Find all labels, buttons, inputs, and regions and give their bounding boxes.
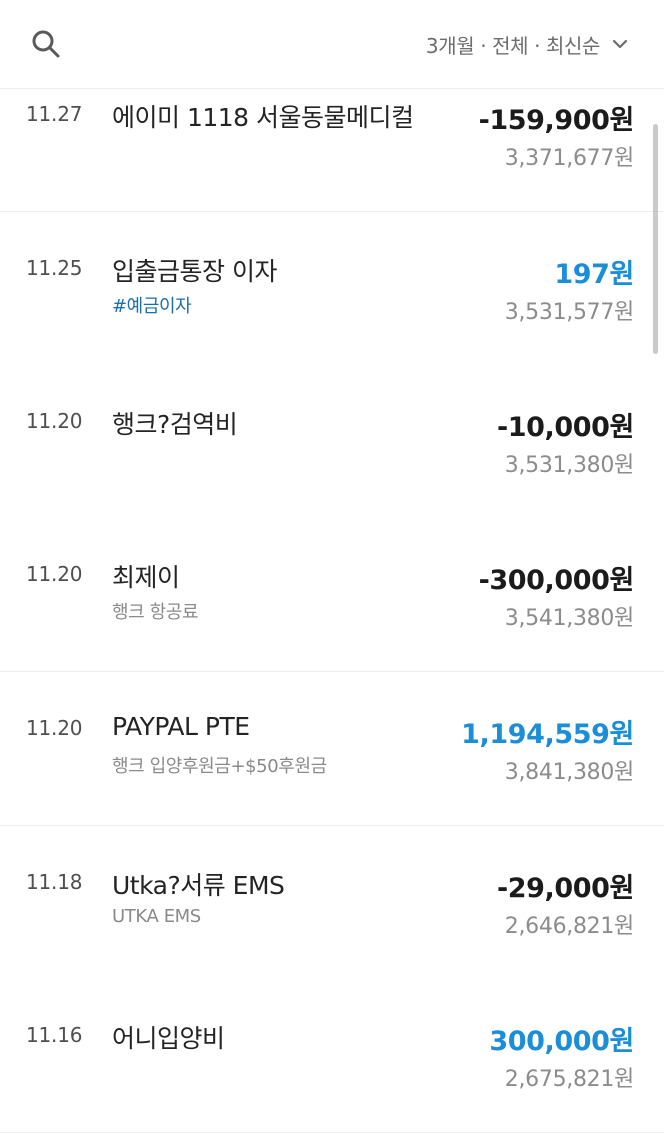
transaction-memo: UTKA EMS (112, 906, 201, 927)
transaction-date: 11.20 (26, 716, 83, 740)
transaction-title: PAYPAL PTE (112, 712, 250, 741)
transaction-amount: -10,000원 (496, 412, 634, 443)
transaction-balance: 3,531,380원 (504, 453, 635, 478)
search-icon (32, 30, 60, 58)
transaction-balance: 3,541,380원 (504, 606, 635, 631)
transaction-title: 최제이 (112, 563, 180, 592)
transaction-amount: 1,194,559원 (461, 719, 634, 750)
transaction-list: 11.27 에이미 1118 서울동물메디컬 -159,900원 3,371,6… (0, 58, 664, 1134)
transaction-title: 어니입양비 (112, 1024, 225, 1053)
transaction-history-screen: 3개월 · 전체 · 최신순 11.27 에이미 1118 서울동물메디컬 -1… (0, 0, 664, 1134)
transaction-balance: 2,675,821원 (504, 1067, 635, 1092)
transaction-date: 11.16 (26, 1023, 83, 1047)
transaction-date: 11.20 (26, 562, 83, 586)
transaction-tag[interactable]: #예금이자 (112, 292, 192, 318)
transaction-row[interactable]: 11.25 입출금통장 이자 #예금이자 197원 3,531,577원 (0, 212, 664, 366)
transaction-row[interactable]: 11.20 최제이 행크 항공료 -300,000원 3,541,380원 (0, 518, 664, 672)
transaction-row[interactable]: 11.20 행크?검역비 -10,000원 3,531,380원 (0, 365, 664, 519)
transaction-title: 입출금통장 이자 (112, 257, 277, 286)
transaction-memo: 행크 입양후원금+$50후원금 (112, 756, 327, 777)
transaction-date: 11.25 (26, 256, 83, 280)
transaction-balance: 3,371,677원 (504, 146, 635, 171)
period-filter-label: 3개월 · 전체 · 최신순 (425, 33, 600, 58)
transaction-title: 행크?검역비 (112, 410, 238, 439)
transaction-balance: 3,531,577원 (504, 300, 635, 325)
transaction-amount: 300,000원 (489, 1026, 634, 1057)
chevron-down-icon (612, 39, 628, 49)
transaction-amount: -29,000원 (496, 873, 634, 904)
transaction-memo: 행크 항공료 (112, 602, 199, 623)
search-button[interactable] (28, 26, 64, 62)
transaction-date: 11.27 (26, 102, 83, 126)
transaction-amount: -300,000원 (478, 565, 635, 596)
filter-header: 3개월 · 전체 · 최신순 (0, 0, 664, 89)
transaction-row[interactable]: 11.16 어니입양비 300,000원 2,675,821원 (0, 979, 664, 1133)
transaction-date: 11.20 (26, 409, 83, 433)
transaction-row[interactable]: 11.18 Utka?서류 EMS UTKA EMS -29,000원 2,64… (0, 826, 664, 980)
period-filter-button[interactable]: 3개월 · 전체 · 최신순 (426, 28, 630, 60)
transaction-row[interactable]: 11.20 PAYPAL PTE 행크 입양후원금+$50후원금 1,194,5… (0, 672, 664, 826)
transaction-title: Utka?서류 EMS (112, 871, 285, 900)
transaction-amount: -159,900원 (478, 105, 635, 136)
transaction-title: 에이미 1118 서울동물메디컬 (112, 103, 414, 132)
transaction-amount: 197원 (554, 259, 634, 290)
transaction-balance: 3,841,380원 (504, 760, 635, 785)
transaction-balance: 2,646,821원 (504, 914, 635, 939)
transaction-date: 11.18 (26, 870, 83, 894)
list-scrollbar[interactable] (653, 124, 658, 354)
